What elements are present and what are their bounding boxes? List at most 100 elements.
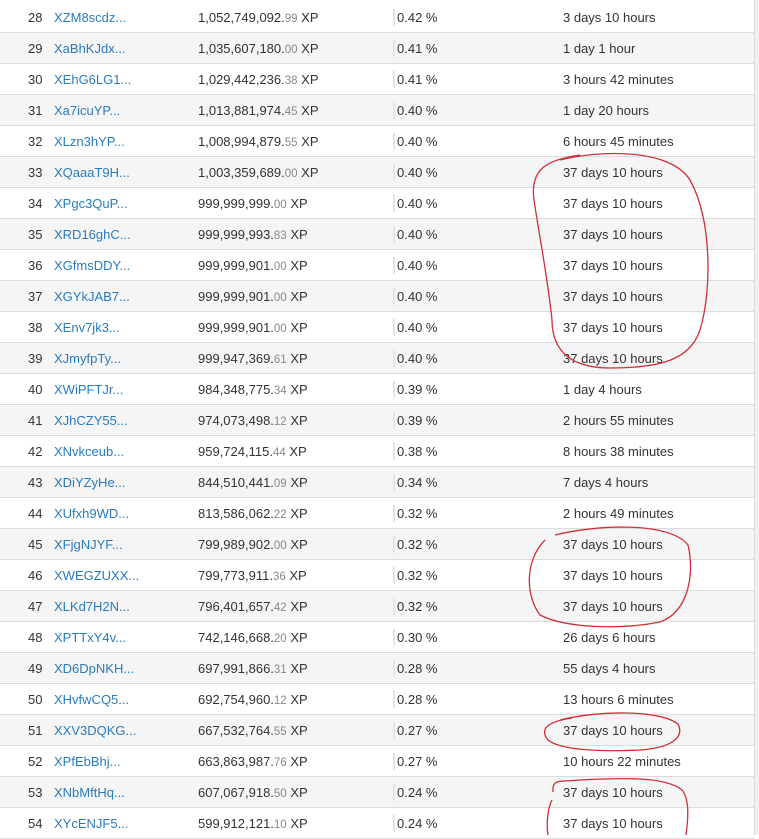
balance-unit: XP	[301, 72, 319, 87]
balance-decimals: 09	[273, 478, 287, 490]
last-active-cell: 1 day 4 hours	[563, 382, 642, 397]
address-link[interactable]: XPTTxY4v...	[54, 630, 126, 645]
percent-bar	[393, 40, 395, 57]
address-link[interactable]: XXV3DQKG...	[54, 723, 136, 738]
last-active-cell: 37 days 10 hours	[563, 816, 663, 831]
balance-unit: XP	[289, 444, 307, 459]
balance-decimals: 22	[273, 509, 287, 521]
balance-decimals: 00	[273, 199, 287, 211]
balance-integer: 1,052,749,092.	[198, 10, 285, 25]
balance-unit: XP	[290, 661, 308, 676]
address-link[interactable]: XGYkJAB7...	[54, 289, 130, 304]
address-link[interactable]: Xa7icuYP...	[54, 103, 120, 118]
table-row: 40 XWiPFTJr... 984,348,775.34 XP 0.39 % 1 da…	[0, 374, 755, 405]
last-active-cell: 1 day 1 hour	[563, 41, 636, 56]
last-active-cell: 6 hours 45 minutes	[563, 134, 674, 149]
rank-cell: 50	[28, 692, 43, 707]
table-row: 49 XD6DpNKH... 697,991,866.31 XP 0.28 % 55 d…	[0, 653, 755, 684]
rank-cell: 54	[28, 816, 43, 831]
address-link[interactable]: XEnv7jk3...	[54, 320, 120, 335]
last-active-cell: 37 days 10 hours	[563, 227, 663, 242]
balance-unit: XP	[290, 320, 308, 335]
table-row: 29 XaBhKJdx... 1,035,607,180.00 XP 0.41 % 1 …	[0, 33, 755, 64]
address-link[interactable]: XFjgNJYF...	[54, 537, 123, 552]
rank-cell: 38	[28, 320, 43, 335]
last-active-cell: 2 hours 49 minutes	[563, 506, 674, 521]
address-link[interactable]: XHvfwCQ5...	[54, 692, 129, 707]
percent-cell: 0.32 %	[397, 599, 438, 614]
balance-cell: 813,586,062.22 XP	[198, 506, 308, 521]
table-row: 31 Xa7icuYP... 1,013,881,974.45 XP 0.40 % 1 …	[0, 95, 755, 126]
balance-cell: 796,401,657.42 XP	[198, 599, 308, 614]
address-link[interactable]: XJmyfpTy...	[54, 351, 121, 366]
last-active-cell: 13 hours 6 minutes	[563, 692, 674, 707]
address-link[interactable]: XNbMftHq...	[54, 785, 125, 800]
address-link[interactable]: XWiPFTJr...	[54, 382, 123, 397]
address-link[interactable]: XGfmsDDY...	[54, 258, 130, 273]
balance-decimals: 36	[272, 571, 286, 583]
rank-cell: 44	[28, 506, 43, 521]
address-link[interactable]: XWEGZUXX...	[54, 568, 139, 583]
balance-unit: XP	[290, 692, 308, 707]
balance-integer: 1,035,607,180.	[198, 41, 285, 56]
table-row: 41 XJhCZY55... 974,073,498.12 XP 0.39 % 2 ho…	[0, 405, 755, 436]
table-row: 28 XZM8scdz... 1,052,749,092.99 XP 0.42 % 3 …	[0, 2, 755, 33]
balance-cell: 663,863,987.76 XP	[198, 754, 308, 769]
table-row: 53 XNbMftHq... 607,067,918.50 XP 0.24 % 37 d…	[0, 777, 755, 808]
table-row: 33 XQaaaT9H... 1,003,359,689.00 XP 0.40 % 37…	[0, 157, 755, 188]
balance-integer: 999,999,993.	[198, 227, 274, 242]
balance-integer: 999,999,901.	[198, 289, 274, 304]
percent-cell: 0.40 %	[397, 165, 438, 180]
percent-bar	[393, 691, 395, 708]
rank-cell: 46	[28, 568, 43, 583]
balance-decimals: 00	[284, 44, 298, 56]
balance-integer: 796,401,657.	[198, 599, 274, 614]
address-link[interactable]: XQaaaT9H...	[54, 165, 130, 180]
balance-integer: 667,532,764.	[198, 723, 274, 738]
address-link[interactable]: XRD16ghC...	[54, 227, 131, 242]
percent-bar	[393, 350, 395, 367]
address-link[interactable]: XNvkceub...	[54, 444, 124, 459]
address-link[interactable]: XEhG6LG1...	[54, 72, 131, 87]
address-link[interactable]: XDiYZyHe...	[54, 475, 126, 490]
percent-cell: 0.38 %	[397, 444, 438, 459]
rank-cell: 48	[28, 630, 43, 645]
percent-bar	[393, 722, 395, 739]
address-link[interactable]: XPgc3QuP...	[54, 196, 127, 211]
address-link[interactable]: XLKd7H2N...	[54, 599, 130, 614]
table-row: 54 XYcENJF5... 599,912,121.10 XP 0.24 % 37 d…	[0, 808, 755, 839]
percent-cell: 0.40 %	[397, 134, 438, 149]
address-link[interactable]: XLzn3hYP...	[54, 134, 125, 149]
balance-decimals: 44	[272, 447, 286, 459]
last-active-cell: 37 days 10 hours	[563, 289, 663, 304]
table-row: 30 XEhG6LG1... 1,029,442,236.38 XP 0.41 % 3 …	[0, 64, 755, 95]
rank-cell: 40	[28, 382, 43, 397]
address-link[interactable]: XZM8scdz...	[54, 10, 126, 25]
percent-bar	[393, 412, 395, 429]
percent-bar	[393, 102, 395, 119]
balance-decimals: 38	[284, 75, 298, 87]
balance-decimals: 10	[273, 819, 287, 831]
balance-cell: 697,991,866.31 XP	[198, 661, 308, 676]
balance-decimals: 00	[284, 168, 298, 180]
address-link[interactable]: XaBhKJdx...	[54, 41, 126, 56]
address-link[interactable]: XYcENJF5...	[54, 816, 128, 831]
percent-cell: 0.32 %	[397, 537, 438, 552]
address-link[interactable]: XD6DpNKH...	[54, 661, 134, 676]
balance-integer: 697,991,866.	[198, 661, 274, 676]
address-link[interactable]: XUfxh9WD...	[54, 506, 129, 521]
balance-integer: 607,067,918.	[198, 785, 274, 800]
balance-cell: 799,773,911.36 XP	[198, 568, 307, 583]
rank-cell: 41	[28, 413, 43, 428]
rank-cell: 28	[28, 10, 43, 25]
balance-integer: 742,146,668.	[198, 630, 274, 645]
address-link[interactable]: XPfEbBhj...	[54, 754, 120, 769]
percent-cell: 0.28 %	[397, 692, 438, 707]
scrollbar-track[interactable]	[754, 0, 759, 835]
rank-cell: 52	[28, 754, 43, 769]
balance-cell: 959,724,115.44 XP	[198, 444, 307, 459]
percent-cell: 0.40 %	[397, 289, 438, 304]
address-link[interactable]: XJhCZY55...	[54, 413, 128, 428]
rank-cell: 30	[28, 72, 43, 87]
balance-decimals: 76	[273, 757, 287, 769]
